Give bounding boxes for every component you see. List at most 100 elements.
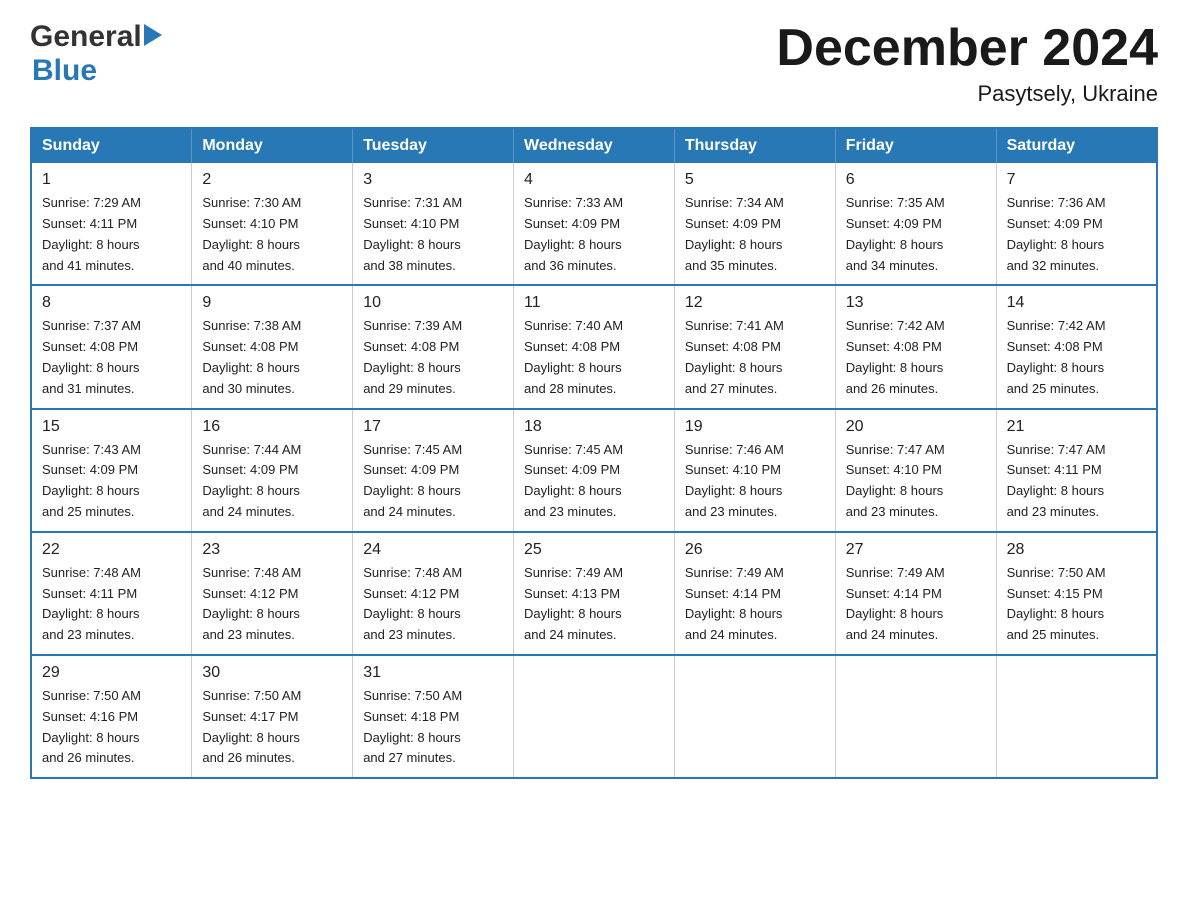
day-info: Sunrise: 7:48 AMSunset: 4:12 PMDaylight:… — [363, 563, 503, 646]
day-number: 31 — [363, 664, 503, 682]
day-number: 11 — [524, 294, 664, 312]
day-number: 16 — [202, 418, 342, 436]
day-info: Sunrise: 7:42 AMSunset: 4:08 PMDaylight:… — [1007, 316, 1146, 399]
day-info: Sunrise: 7:45 AMSunset: 4:09 PMDaylight:… — [363, 440, 503, 523]
col-wednesday: Wednesday — [514, 128, 675, 163]
calendar-week-row: 29 Sunrise: 7:50 AMSunset: 4:16 PMDayligh… — [31, 655, 1157, 778]
calendar-header-row: Sunday Monday Tuesday Wednesday Thursday… — [31, 128, 1157, 163]
table-row: 17Sunrise: 7:45 AMSunset: 4:09 PMDayligh… — [353, 409, 514, 532]
day-info: Sunrise: 7:30 AMSunset: 4:10 PMDaylight:… — [202, 193, 342, 276]
table-row: 27 Sunrise: 7:49 AMSunset: 4:14 PMDayligh… — [835, 532, 996, 655]
day-number: 3 — [363, 171, 503, 189]
table-row: 2 Sunrise: 7:30 AMSunset: 4:10 PMDaylight… — [192, 163, 353, 285]
table-row: 26 Sunrise: 7:49 AMSunset: 4:14 PMDayligh… — [674, 532, 835, 655]
table-row: 18 Sunrise: 7:45 AMSunset: 4:09 PMDayligh… — [514, 409, 675, 532]
day-info: Sunrise: 7:31 AMSunset: 4:10 PMDaylight:… — [363, 193, 503, 276]
col-friday: Friday — [835, 128, 996, 163]
col-monday: Monday — [192, 128, 353, 163]
table-row — [674, 655, 835, 778]
table-row: 29 Sunrise: 7:50 AMSunset: 4:16 PMDayligh… — [31, 655, 192, 778]
calendar-table: Sunday Monday Tuesday Wednesday Thursday… — [30, 127, 1158, 779]
day-info: Sunrise: 7:45 AMSunset: 4:09 PMDaylight:… — [524, 440, 664, 523]
calendar-title: December 2024 — [776, 20, 1158, 77]
day-number: 4 — [524, 171, 664, 189]
logo: General Blue — [30, 20, 162, 88]
table-row: 16 Sunrise: 7:44 AMSunset: 4:09 PMDayligh… — [192, 409, 353, 532]
table-row: 28Sunrise: 7:50 AMSunset: 4:15 PMDayligh… — [996, 532, 1157, 655]
day-info: Sunrise: 7:36 AMSunset: 4:09 PMDaylight:… — [1007, 193, 1146, 276]
calendar-week-row: 22 Sunrise: 7:48 AMSunset: 4:11 PMDayligh… — [31, 532, 1157, 655]
logo-arrow-icon — [144, 24, 162, 51]
day-info: Sunrise: 7:47 AMSunset: 4:11 PMDaylight:… — [1007, 440, 1146, 523]
day-info: Sunrise: 7:48 AMSunset: 4:11 PMDaylight:… — [42, 563, 181, 646]
day-info: Sunrise: 7:47 AMSunset: 4:10 PMDaylight:… — [846, 440, 986, 523]
logo-blue-text: Blue — [32, 54, 97, 87]
title-block: December 2024 Pasytsely, Ukraine — [776, 20, 1158, 107]
day-number: 13 — [846, 294, 986, 312]
day-number: 23 — [202, 541, 342, 559]
day-info: Sunrise: 7:50 AMSunset: 4:18 PMDaylight:… — [363, 686, 503, 769]
table-row: 12 Sunrise: 7:41 AMSunset: 4:08 PMDayligh… — [674, 285, 835, 408]
table-row: 22 Sunrise: 7:48 AMSunset: 4:11 PMDayligh… — [31, 532, 192, 655]
day-info: Sunrise: 7:34 AMSunset: 4:09 PMDaylight:… — [685, 193, 825, 276]
day-info: Sunrise: 7:50 AMSunset: 4:16 PMDaylight:… — [42, 686, 181, 769]
day-number: 8 — [42, 294, 181, 312]
calendar-subtitle: Pasytsely, Ukraine — [776, 81, 1158, 107]
table-row: 5 Sunrise: 7:34 AMSunset: 4:09 PMDaylight… — [674, 163, 835, 285]
day-info: Sunrise: 7:50 AMSunset: 4:17 PMDaylight:… — [202, 686, 342, 769]
table-row: 6 Sunrise: 7:35 AMSunset: 4:09 PMDaylight… — [835, 163, 996, 285]
table-row: 23Sunrise: 7:48 AMSunset: 4:12 PMDayligh… — [192, 532, 353, 655]
day-info: Sunrise: 7:49 AMSunset: 4:14 PMDaylight:… — [846, 563, 986, 646]
table-row: 8Sunrise: 7:37 AMSunset: 4:08 PMDaylight… — [31, 285, 192, 408]
table-row: 20 Sunrise: 7:47 AMSunset: 4:10 PMDayligh… — [835, 409, 996, 532]
day-number: 1 — [42, 171, 181, 189]
day-info: Sunrise: 7:41 AMSunset: 4:08 PMDaylight:… — [685, 316, 825, 399]
col-saturday: Saturday — [996, 128, 1157, 163]
logo-general-text: General — [30, 20, 142, 54]
day-number: 6 — [846, 171, 986, 189]
day-info: Sunrise: 7:44 AMSunset: 4:09 PMDaylight:… — [202, 440, 342, 523]
day-number: 25 — [524, 541, 664, 559]
day-number: 20 — [846, 418, 986, 436]
day-number: 29 — [42, 664, 181, 682]
day-number: 18 — [524, 418, 664, 436]
table-row: 15Sunrise: 7:43 AMSunset: 4:09 PMDayligh… — [31, 409, 192, 532]
day-number: 22 — [42, 541, 181, 559]
calendar-week-row: 8Sunrise: 7:37 AMSunset: 4:08 PMDaylight… — [31, 285, 1157, 408]
day-number: 21 — [1007, 418, 1146, 436]
day-number: 7 — [1007, 171, 1146, 189]
day-info: Sunrise: 7:33 AMSunset: 4:09 PMDaylight:… — [524, 193, 664, 276]
calendar-week-row: 1 Sunrise: 7:29 AMSunset: 4:11 PMDaylight… — [31, 163, 1157, 285]
day-number: 12 — [685, 294, 825, 312]
day-number: 26 — [685, 541, 825, 559]
day-number: 9 — [202, 294, 342, 312]
day-number: 15 — [42, 418, 181, 436]
day-info: Sunrise: 7:39 AMSunset: 4:08 PMDaylight:… — [363, 316, 503, 399]
day-number: 27 — [846, 541, 986, 559]
col-sunday: Sunday — [31, 128, 192, 163]
day-info: Sunrise: 7:29 AMSunset: 4:11 PMDaylight:… — [42, 193, 181, 276]
day-info: Sunrise: 7:42 AMSunset: 4:08 PMDaylight:… — [846, 316, 986, 399]
table-row: 9Sunrise: 7:38 AMSunset: 4:08 PMDaylight… — [192, 285, 353, 408]
day-number: 24 — [363, 541, 503, 559]
table-row — [514, 655, 675, 778]
day-info: Sunrise: 7:35 AMSunset: 4:09 PMDaylight:… — [846, 193, 986, 276]
table-row: 11 Sunrise: 7:40 AMSunset: 4:08 PMDayligh… — [514, 285, 675, 408]
day-number: 5 — [685, 171, 825, 189]
day-info: Sunrise: 7:40 AMSunset: 4:08 PMDaylight:… — [524, 316, 664, 399]
table-row: 13 Sunrise: 7:42 AMSunset: 4:08 PMDayligh… — [835, 285, 996, 408]
day-info: Sunrise: 7:49 AMSunset: 4:14 PMDaylight:… — [685, 563, 825, 646]
col-thursday: Thursday — [674, 128, 835, 163]
table-row — [835, 655, 996, 778]
table-row: 7 Sunrise: 7:36 AMSunset: 4:09 PMDaylight… — [996, 163, 1157, 285]
table-row: 3 Sunrise: 7:31 AMSunset: 4:10 PMDaylight… — [353, 163, 514, 285]
day-number: 2 — [202, 171, 342, 189]
table-row: 19Sunrise: 7:46 AMSunset: 4:10 PMDayligh… — [674, 409, 835, 532]
day-info: Sunrise: 7:46 AMSunset: 4:10 PMDaylight:… — [685, 440, 825, 523]
calendar-week-row: 15Sunrise: 7:43 AMSunset: 4:09 PMDayligh… — [31, 409, 1157, 532]
day-number: 14 — [1007, 294, 1146, 312]
day-number: 30 — [202, 664, 342, 682]
day-info: Sunrise: 7:49 AMSunset: 4:13 PMDaylight:… — [524, 563, 664, 646]
col-tuesday: Tuesday — [353, 128, 514, 163]
page-header: General Blue December 2024 Pasytsely, Uk… — [30, 20, 1158, 107]
